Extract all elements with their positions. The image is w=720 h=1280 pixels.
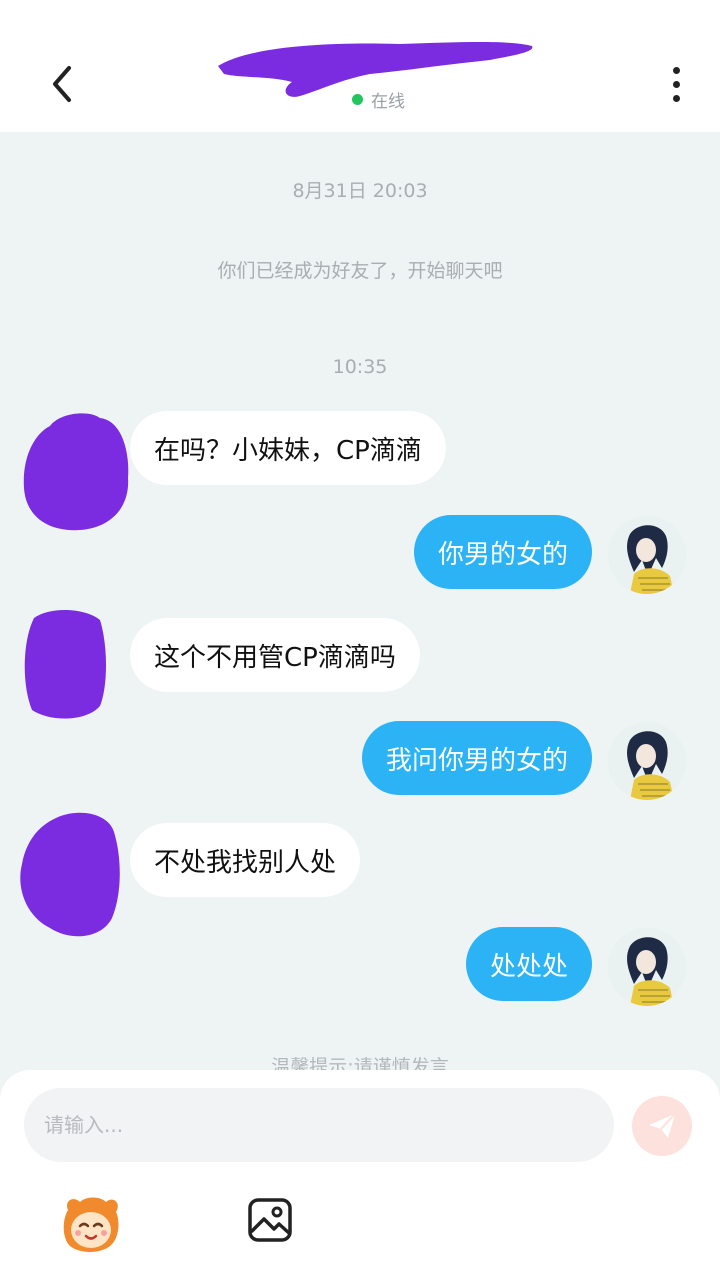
my-avatar[interactable] xyxy=(608,928,686,1006)
send-icon xyxy=(649,1113,676,1138)
more-button[interactable] xyxy=(656,64,696,104)
message-bubble-incoming[interactable]: 这个不用管CP滴滴吗 xyxy=(130,618,420,692)
message-input[interactable] xyxy=(24,1088,614,1162)
message-bubble-outgoing[interactable]: 处处处 xyxy=(465,927,592,1001)
message-bubble-incoming[interactable]: 在吗？小妹妹，CP滴滴 xyxy=(130,411,446,485)
avatar-image xyxy=(608,928,686,1006)
message-bubble-outgoing[interactable]: 你男的女的 xyxy=(413,515,592,589)
online-status: 在线 xyxy=(352,88,405,112)
message-list[interactable]: 8月31日 20:03 你们已经成为好友了，开始聊天吧 10:35 在吗？小妹妹… xyxy=(0,132,720,1070)
chevron-left-icon xyxy=(53,66,71,102)
online-dot-icon xyxy=(352,93,363,105)
back-button[interactable] xyxy=(40,62,84,106)
chat-header: 在线 xyxy=(0,0,720,132)
my-avatar[interactable] xyxy=(608,722,686,800)
message-bubble-incoming[interactable]: 不处我找别人处 xyxy=(130,823,361,897)
date-stamp: 8月31日 20:03 xyxy=(292,180,428,202)
image-button[interactable] xyxy=(244,1194,296,1246)
time-stamp: 10:35 xyxy=(332,356,388,378)
avatar-image xyxy=(608,722,686,800)
message-bubble-outgoing[interactable]: 我问你男的女的 xyxy=(361,721,592,795)
contact-avatar-redacted[interactable] xyxy=(16,808,124,942)
contact-avatar-redacted[interactable] xyxy=(20,606,110,722)
send-button[interactable] xyxy=(632,1096,692,1156)
avatar-image xyxy=(608,516,686,594)
warning-tip: 温馨提示:请谨慎发言 xyxy=(271,1056,449,1070)
contact-avatar-redacted[interactable] xyxy=(20,408,132,534)
emoji-icon xyxy=(63,1197,119,1252)
system-message: 你们已经成为好友了，开始聊天吧 xyxy=(217,260,503,282)
more-vertical-icon xyxy=(672,66,680,74)
my-avatar[interactable] xyxy=(608,516,686,594)
online-status-label: 在线 xyxy=(371,91,405,112)
composer-panel xyxy=(0,1070,720,1280)
emoji-button[interactable] xyxy=(60,1192,122,1254)
image-icon xyxy=(248,1198,292,1242)
